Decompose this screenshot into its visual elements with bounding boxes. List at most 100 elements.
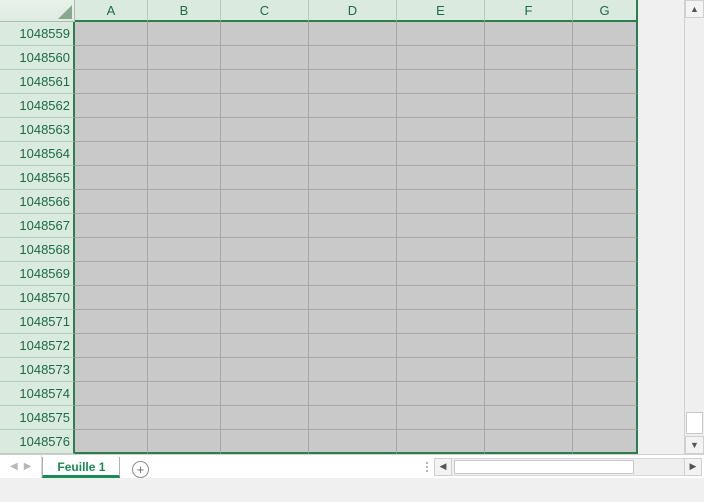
- scroll-left-button[interactable]: ◀: [434, 458, 452, 476]
- cell[interactable]: [75, 142, 148, 166]
- cell[interactable]: [148, 238, 221, 262]
- tab-split-handle[interactable]: [420, 455, 434, 478]
- cell[interactable]: [75, 70, 148, 94]
- cell[interactable]: [75, 22, 148, 46]
- cell[interactable]: [485, 142, 573, 166]
- select-all-corner[interactable]: [0, 0, 75, 22]
- row-header[interactable]: 1048562: [0, 94, 75, 118]
- cell[interactable]: [309, 286, 397, 310]
- cell[interactable]: [485, 190, 573, 214]
- cell[interactable]: [309, 310, 397, 334]
- cell[interactable]: [221, 214, 309, 238]
- cell[interactable]: [309, 358, 397, 382]
- cell[interactable]: [148, 406, 221, 430]
- cell[interactable]: [75, 46, 148, 70]
- cell[interactable]: [485, 334, 573, 358]
- cell[interactable]: [309, 430, 397, 454]
- column-header[interactable]: B: [148, 0, 221, 22]
- vertical-scroll-thumb[interactable]: [686, 412, 703, 434]
- cell[interactable]: [485, 286, 573, 310]
- cell[interactable]: [573, 118, 638, 142]
- row-header[interactable]: 1048560: [0, 46, 75, 70]
- column-header[interactable]: G: [573, 0, 638, 22]
- cell[interactable]: [485, 382, 573, 406]
- cell[interactable]: [75, 358, 148, 382]
- cell[interactable]: [309, 70, 397, 94]
- cell[interactable]: [221, 262, 309, 286]
- cell[interactable]: [221, 430, 309, 454]
- cell[interactable]: [148, 166, 221, 190]
- cell[interactable]: [485, 406, 573, 430]
- cell[interactable]: [573, 142, 638, 166]
- cell[interactable]: [397, 310, 485, 334]
- cell[interactable]: [148, 46, 221, 70]
- cell[interactable]: [573, 238, 638, 262]
- cell[interactable]: [573, 214, 638, 238]
- cell[interactable]: [573, 22, 638, 46]
- cell[interactable]: [75, 334, 148, 358]
- column-header[interactable]: D: [309, 0, 397, 22]
- cell[interactable]: [148, 22, 221, 46]
- cell[interactable]: [75, 286, 148, 310]
- cell[interactable]: [485, 214, 573, 238]
- cell[interactable]: [573, 262, 638, 286]
- cell[interactable]: [309, 190, 397, 214]
- cell[interactable]: [148, 358, 221, 382]
- cell[interactable]: [148, 430, 221, 454]
- cell[interactable]: [485, 310, 573, 334]
- cell[interactable]: [75, 430, 148, 454]
- cell[interactable]: [75, 238, 148, 262]
- cell[interactable]: [221, 118, 309, 142]
- cell[interactable]: [397, 406, 485, 430]
- cell[interactable]: [148, 94, 221, 118]
- cell[interactable]: [148, 310, 221, 334]
- add-sheet-button[interactable]: +: [128, 461, 152, 478]
- cell[interactable]: [309, 22, 397, 46]
- cell[interactable]: [309, 118, 397, 142]
- cell[interactable]: [221, 406, 309, 430]
- sheet-tab-active[interactable]: Feuille 1: [42, 457, 120, 478]
- cell[interactable]: [573, 166, 638, 190]
- horizontal-scrollbar[interactable]: ◀ ▶: [434, 455, 704, 478]
- cell[interactable]: [397, 70, 485, 94]
- cell[interactable]: [397, 22, 485, 46]
- cell[interactable]: [221, 142, 309, 166]
- cell[interactable]: [221, 166, 309, 190]
- cell[interactable]: [221, 22, 309, 46]
- sheet-nav-prev-icon[interactable]: ◀: [10, 461, 18, 472]
- column-header[interactable]: A: [75, 0, 148, 22]
- row-header[interactable]: 1048576: [0, 430, 75, 454]
- cell[interactable]: [75, 94, 148, 118]
- cell[interactable]: [75, 406, 148, 430]
- cell[interactable]: [221, 238, 309, 262]
- vertical-scrollbar[interactable]: ▲ ▼: [684, 0, 704, 454]
- cell[interactable]: [397, 214, 485, 238]
- cell[interactable]: [397, 46, 485, 70]
- cell[interactable]: [221, 190, 309, 214]
- cell[interactable]: [309, 334, 397, 358]
- cell[interactable]: [148, 118, 221, 142]
- sheet-nav-next-icon[interactable]: ▶: [24, 461, 32, 472]
- row-header[interactable]: 1048561: [0, 70, 75, 94]
- cell[interactable]: [75, 262, 148, 286]
- row-header[interactable]: 1048567: [0, 214, 75, 238]
- cell[interactable]: [573, 310, 638, 334]
- horizontal-scroll-track[interactable]: [452, 458, 684, 476]
- cell[interactable]: [221, 94, 309, 118]
- cell[interactable]: [573, 358, 638, 382]
- cell[interactable]: [397, 142, 485, 166]
- cell[interactable]: [573, 430, 638, 454]
- cell[interactable]: [573, 190, 638, 214]
- cell[interactable]: [485, 430, 573, 454]
- row-header[interactable]: 1048570: [0, 286, 75, 310]
- cell[interactable]: [397, 238, 485, 262]
- cell[interactable]: [309, 406, 397, 430]
- cell[interactable]: [309, 142, 397, 166]
- cell[interactable]: [309, 382, 397, 406]
- cell[interactable]: [221, 382, 309, 406]
- vertical-scroll-track[interactable]: [685, 18, 704, 436]
- cell[interactable]: [485, 238, 573, 262]
- row-header[interactable]: 1048568: [0, 238, 75, 262]
- cell[interactable]: [75, 166, 148, 190]
- cell[interactable]: [75, 118, 148, 142]
